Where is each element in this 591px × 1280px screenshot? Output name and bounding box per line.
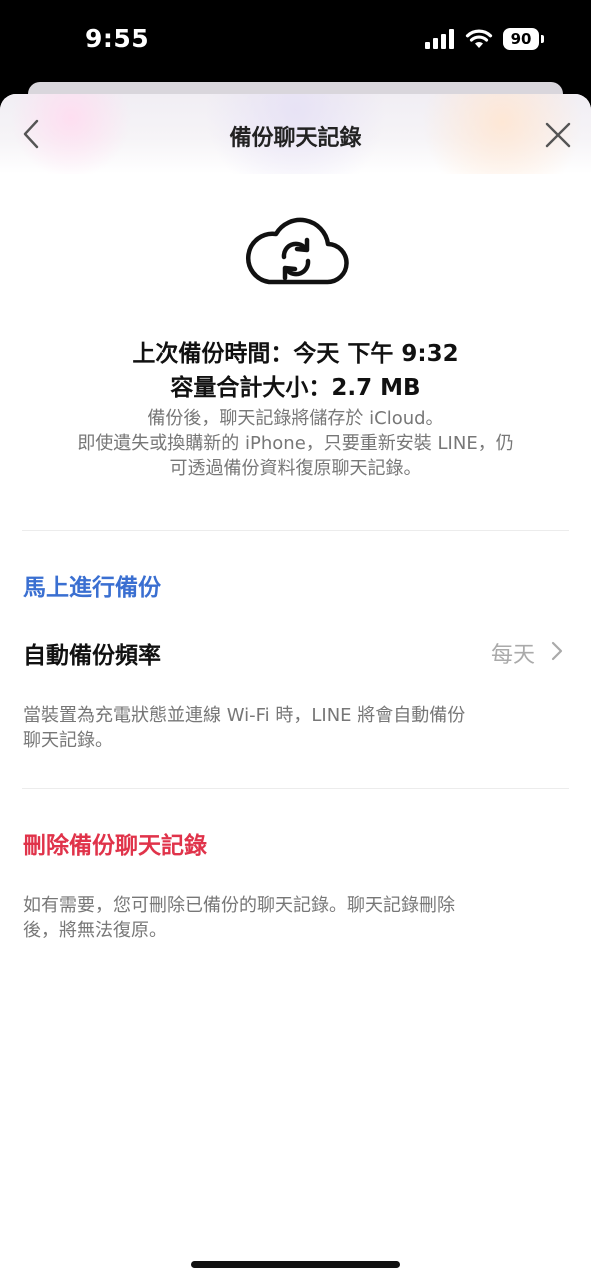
header: 備份聊天記錄 xyxy=(0,94,591,174)
chevron-right-icon xyxy=(551,641,563,661)
auto-backup-description: 當裝置為充電狀態並連線 Wi-Fi 時，LINE 將會自動備份 聊天記錄。 xyxy=(23,703,561,753)
battery-level: 90 xyxy=(510,30,532,48)
backup-description-line: 可透過備份資料復原聊天記錄。 xyxy=(169,458,422,479)
cellular-signal-icon xyxy=(425,29,454,49)
auto-backup-frequency-value: 每天 xyxy=(490,643,535,668)
backup-now-button[interactable]: 馬上進行備份 xyxy=(23,568,161,602)
auto-backup-description-line: 聊天記錄。 xyxy=(23,730,113,751)
backup-description-line: 備份後，聊天記錄將儲存於 iCloud。 xyxy=(147,408,444,429)
close-button[interactable] xyxy=(541,118,575,152)
backup-sheet: 備份聊天記錄 上次備份時間：今天 下午 9:32 容量合計大小：2.7 MB 備… xyxy=(0,94,591,1280)
backup-description-line: 即使遺失或換購新的 iPhone，只要重新安裝 LINE，仍 xyxy=(77,433,514,454)
cloud-sync-icon xyxy=(246,217,349,285)
auto-backup-frequency-row[interactable]: 自動備份頻率 每天 xyxy=(0,622,591,682)
battery-icon: 90 xyxy=(503,28,544,50)
phone-screen: 9:55 90 備份聊天記錄 上次備份時間：今天 下午 9:32 容量合計大小：… xyxy=(0,0,591,1280)
home-indicator[interactable] xyxy=(191,1261,400,1268)
delete-backup-description: 如有需要，您可刪除已備份的聊天記錄。聊天記錄刪除 後，將無法復原。 xyxy=(23,893,551,943)
close-icon xyxy=(545,122,571,148)
total-backup-size: 容量合計大小：2.7 MB xyxy=(170,375,421,401)
battery-nub xyxy=(541,35,544,43)
divider xyxy=(22,530,569,531)
status-bar: 9:55 90 xyxy=(0,0,591,82)
last-backup-time: 上次備份時間：今天 下午 9:32 xyxy=(132,341,459,367)
status-icons: 90 xyxy=(425,28,544,50)
divider xyxy=(22,788,569,789)
auto-backup-frequency-label: 自動備份頻率 xyxy=(23,643,161,669)
backup-description: 備份後，聊天記錄將儲存於 iCloud。 即使遺失或換購新的 iPhone，只要… xyxy=(30,406,561,481)
page-title: 備份聊天記錄 xyxy=(229,126,362,151)
wifi-icon xyxy=(465,29,493,48)
delete-backup-button[interactable]: 刪除備份聊天記錄 xyxy=(23,826,207,860)
status-time: 9:55 xyxy=(85,24,150,53)
delete-backup-description-line: 如有需要，您可刪除已備份的聊天記錄。聊天記錄刪除 xyxy=(23,895,455,916)
auto-backup-description-line: 當裝置為充電狀態並連線 Wi-Fi 時，LINE 將會自動備份 xyxy=(23,705,466,726)
delete-backup-description-line: 後，將無法復原。 xyxy=(23,920,167,941)
